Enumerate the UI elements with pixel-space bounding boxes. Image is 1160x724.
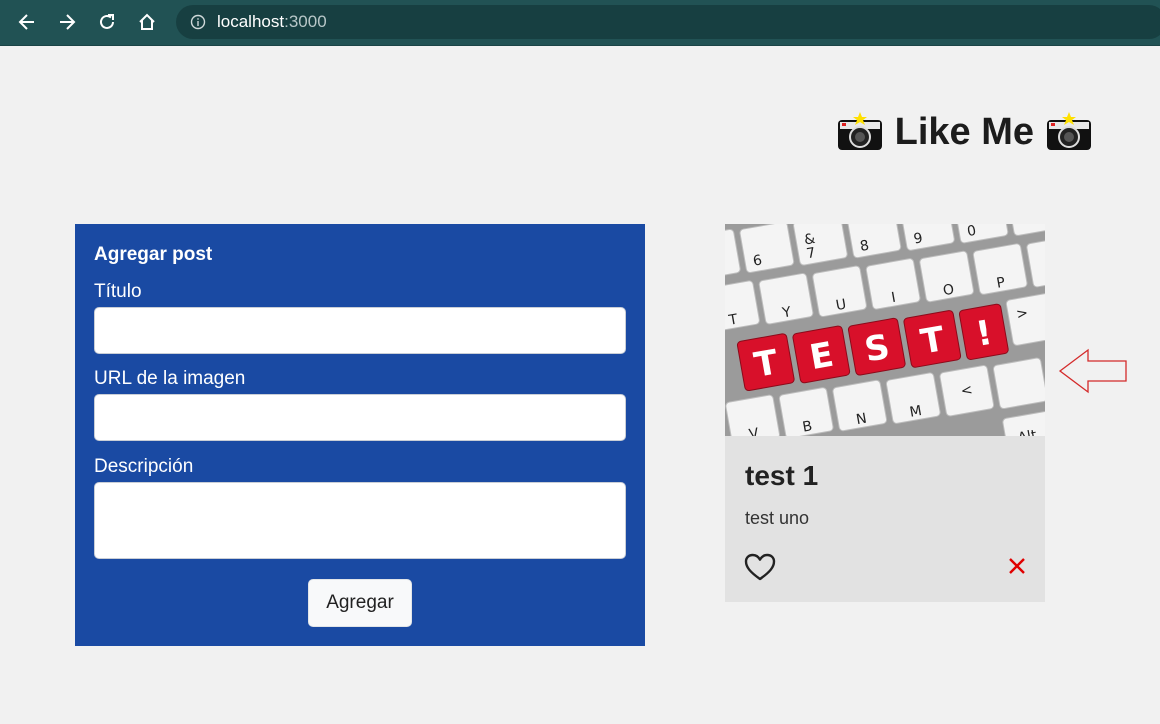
- reload-icon: [100, 14, 114, 29]
- forward-icon: [60, 14, 76, 30]
- image-url-input[interactable]: [94, 394, 626, 441]
- post-card: T E S T ! 6 & 7 8 9 0 T Y U I O P V B N …: [725, 224, 1045, 602]
- page-title: Like Me: [837, 108, 1092, 156]
- title-label: Título: [94, 281, 142, 302]
- description-label: Descripción: [94, 456, 194, 477]
- form-heading: Agregar post: [94, 244, 213, 265]
- close-icon[interactable]: [1007, 556, 1027, 576]
- url-host: localhost: [217, 12, 285, 31]
- heart-outline-icon[interactable]: [744, 552, 776, 582]
- app-title-text: Like Me: [894, 110, 1034, 153]
- forward-button[interactable]: [51, 6, 83, 38]
- left-arrow-outline-icon: [1058, 348, 1127, 394]
- back-button[interactable]: [11, 6, 43, 38]
- post-image: T E S T ! 6 & 7 8 9 0 T Y U I O P V B N …: [725, 224, 1045, 436]
- back-icon: [18, 14, 34, 30]
- post-description: test uno: [745, 508, 810, 528]
- add-post-form: Agregar post Título URL de la imagen Des…: [75, 224, 645, 646]
- camera-with-flash-icon: [837, 112, 882, 150]
- info-icon[interactable]: [190, 14, 206, 30]
- description-textarea[interactable]: [94, 482, 626, 559]
- camera-with-flash-icon: [1047, 112, 1091, 150]
- address-bar[interactable]: localhost:3000: [176, 5, 1160, 39]
- home-button[interactable]: [131, 6, 163, 38]
- post-title: test 1: [745, 460, 819, 491]
- image-url-label: URL de la imagen: [94, 368, 246, 389]
- home-icon: [139, 13, 155, 30]
- url-port: :3000: [284, 12, 327, 31]
- title-input[interactable]: [94, 307, 626, 354]
- add-post-button[interactable]: Agregar: [308, 579, 412, 627]
- reload-button[interactable]: [91, 6, 123, 38]
- browser-toolbar: localhost:3000: [0, 0, 1160, 46]
